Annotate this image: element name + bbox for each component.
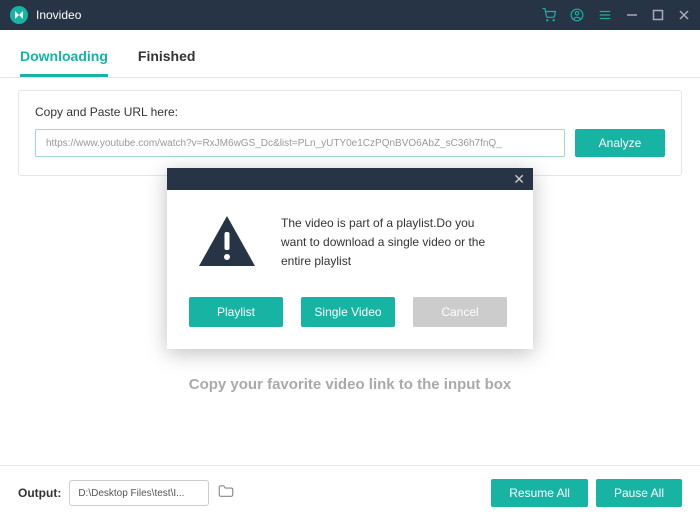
analyze-button[interactable]: Analyze — [575, 129, 665, 157]
title-bar: Inovideo — [0, 0, 700, 30]
playlist-button[interactable]: Playlist — [189, 297, 283, 327]
dialog-close-icon[interactable]: ✕ — [513, 172, 525, 186]
resume-all-button[interactable]: Resume All — [491, 479, 588, 507]
close-icon[interactable] — [678, 9, 690, 21]
folder-icon[interactable] — [217, 482, 235, 505]
footer: Output: D:\Desktop Files\test\I... Resum… — [0, 465, 700, 520]
warning-icon — [197, 214, 257, 273]
url-panel: Copy and Paste URL here: Analyze — [18, 90, 682, 176]
pause-all-button[interactable]: Pause All — [596, 479, 682, 507]
playlist-dialog: ✕ The video is part of a playlist.Do you… — [167, 168, 533, 349]
tab-bar: Downloading Finished — [0, 30, 700, 78]
empty-hint: Copy your favorite video link to the inp… — [0, 376, 700, 393]
single-video-button[interactable]: Single Video — [301, 297, 395, 327]
tab-downloading[interactable]: Downloading — [20, 40, 108, 77]
user-icon[interactable] — [570, 8, 584, 22]
maximize-icon[interactable] — [652, 9, 664, 21]
tab-finished[interactable]: Finished — [138, 40, 196, 77]
cart-icon[interactable] — [542, 8, 556, 22]
cancel-button[interactable]: Cancel — [413, 297, 507, 327]
url-label: Copy and Paste URL here: — [35, 105, 665, 119]
output-path[interactable]: D:\Desktop Files\test\I... — [69, 480, 209, 506]
dialog-header: ✕ — [167, 168, 533, 190]
dialog-message: The video is part of a playlist.Do you w… — [281, 214, 503, 273]
minimize-icon[interactable] — [626, 9, 638, 21]
app-logo-icon — [10, 6, 28, 24]
menu-icon[interactable] — [598, 8, 612, 22]
output-label: Output: — [18, 486, 61, 500]
url-input[interactable] — [35, 129, 565, 157]
app-title: Inovideo — [36, 8, 542, 22]
